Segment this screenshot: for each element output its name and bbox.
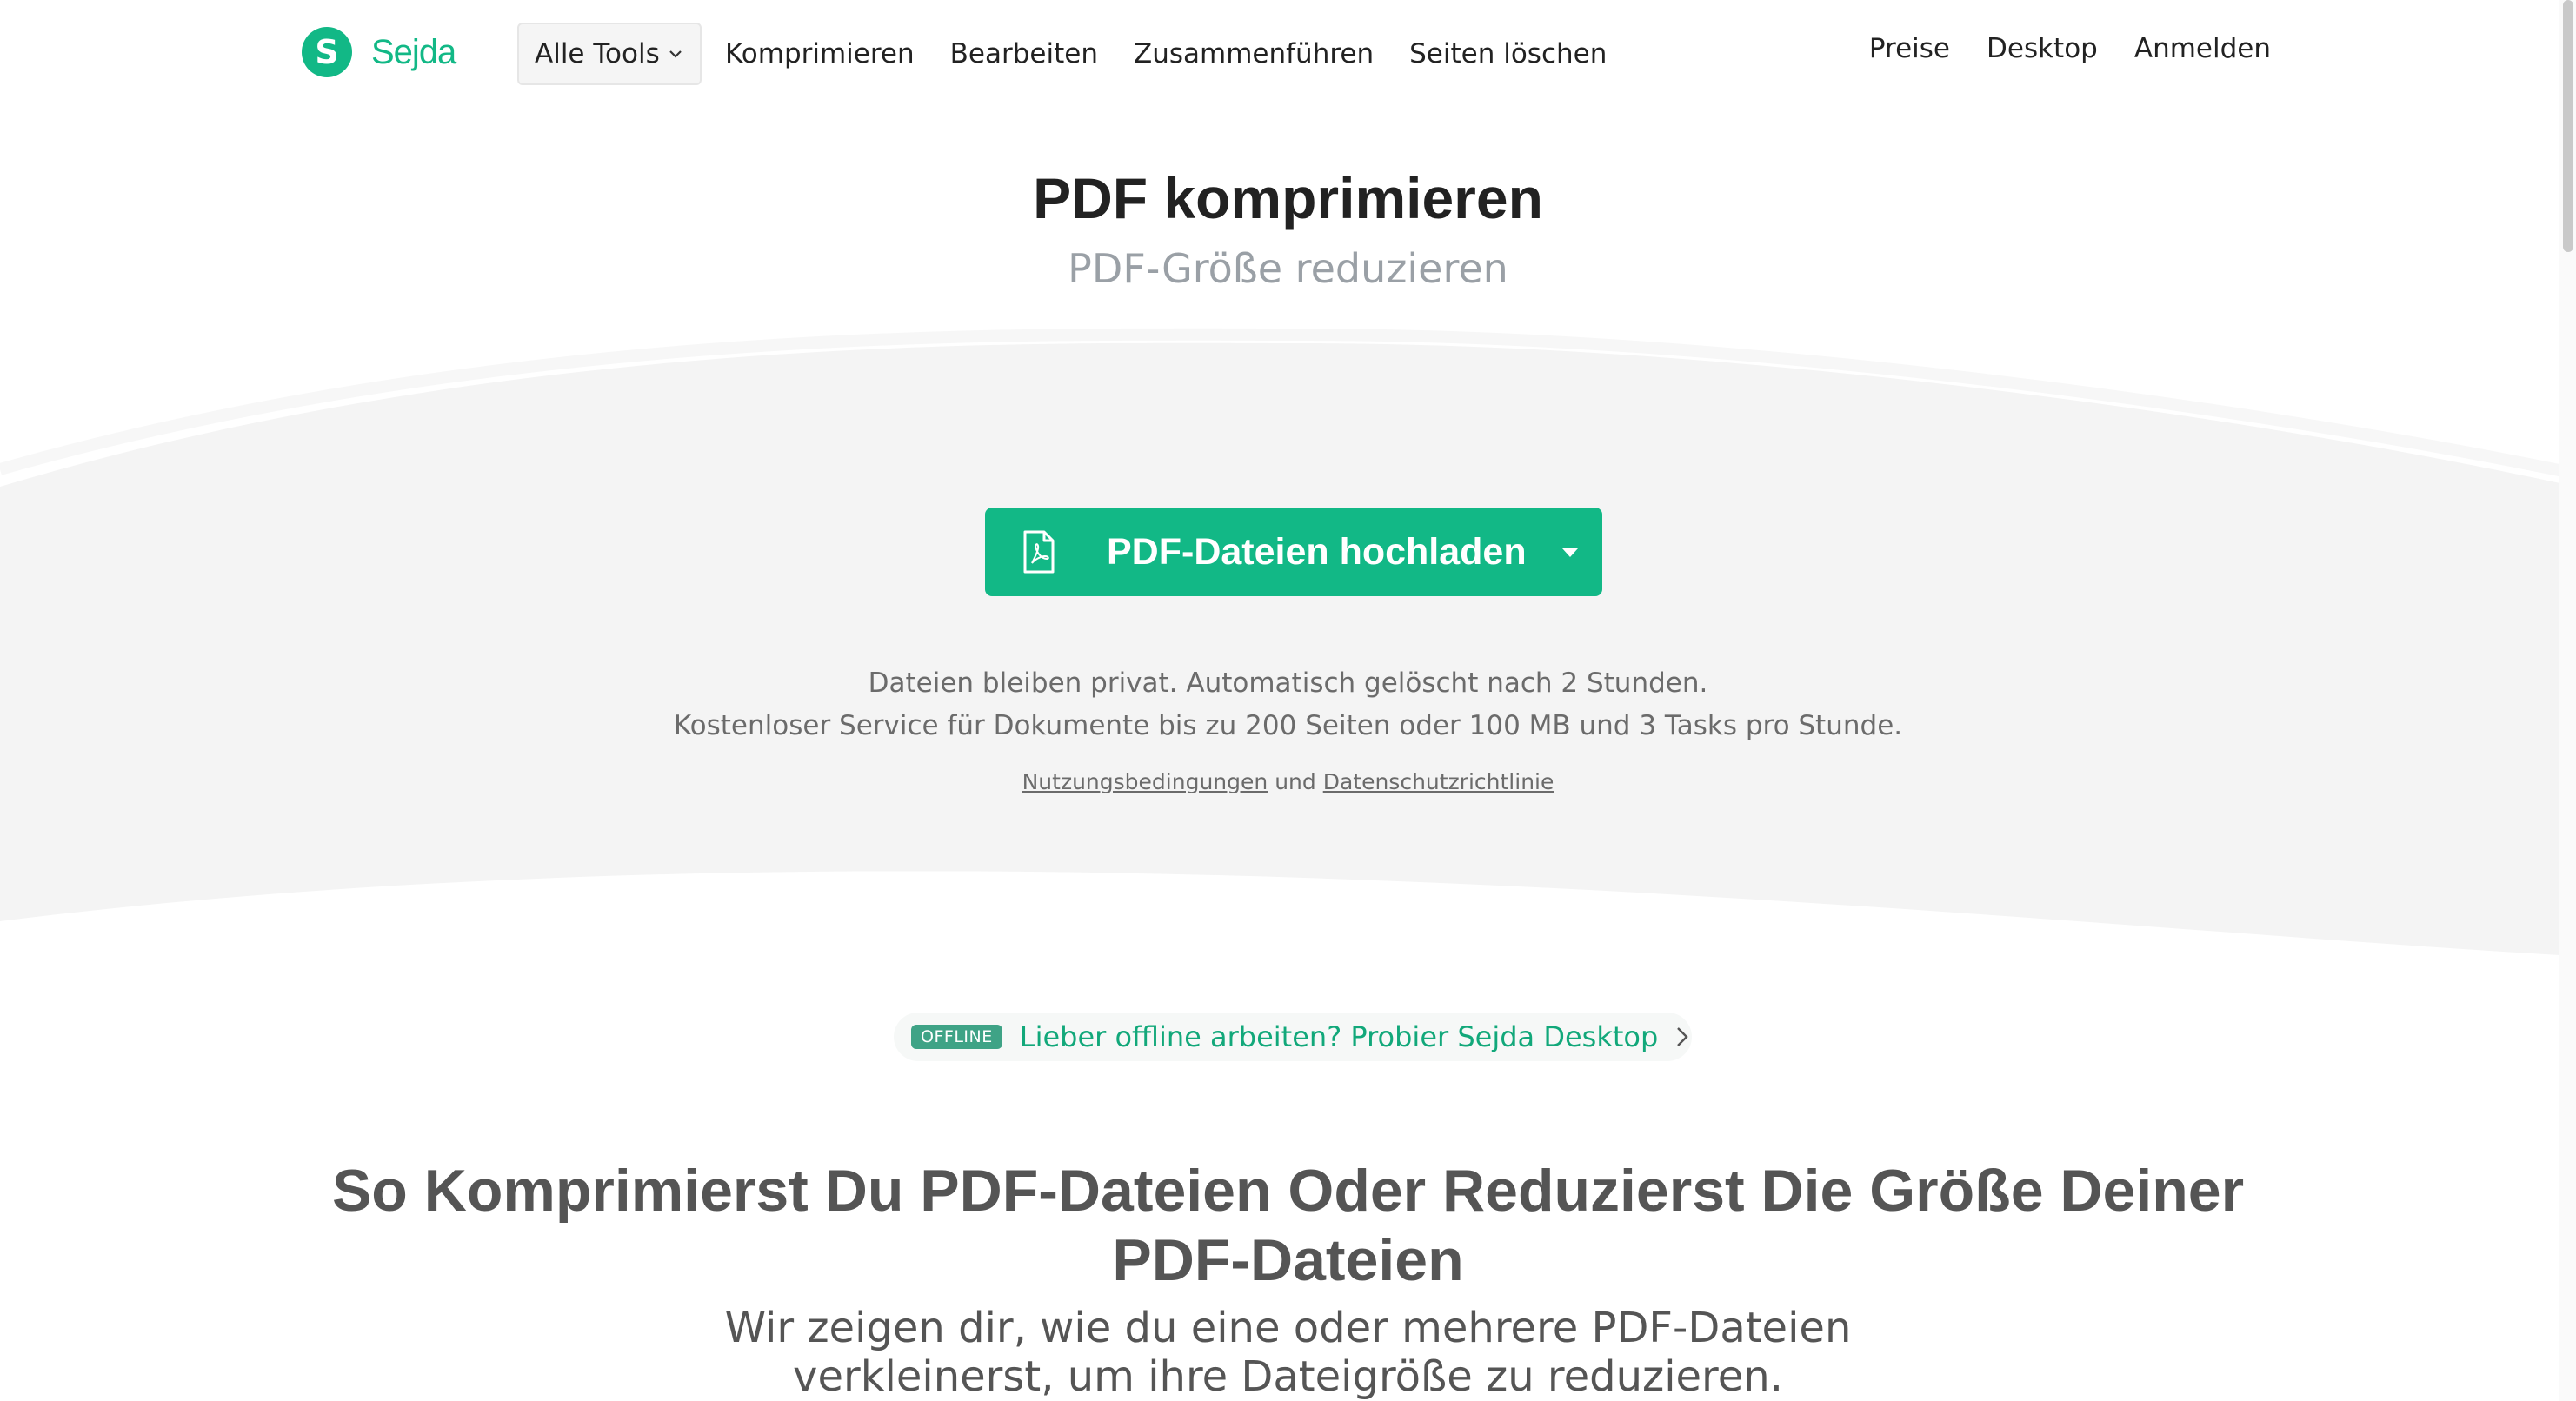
nav-link-komprimieren[interactable]: Komprimieren [725, 38, 915, 70]
page-title: PDF komprimieren [1033, 166, 1543, 230]
sejda-logo[interactable]: S Sejda [302, 27, 456, 77]
nav-link-preise[interactable]: Preise [1869, 33, 1950, 64]
privacy-note: Dateien bleiben privat. Automatisch gelö… [868, 667, 1708, 699]
privacy-policy-link[interactable]: Datenschutzrichtlinie [1323, 769, 1554, 794]
scrollbar-thumb[interactable] [2563, 0, 2573, 252]
legal-links: Nutzungsbedingungen und Datenschutzricht… [0, 769, 2576, 794]
main-nav: Alle Tools Komprimieren Bearbeiten Zusam… [517, 23, 1607, 85]
nav-link-zusammenfuehren[interactable]: Zusammenführen [1134, 38, 1374, 70]
offline-banner-text: Lieber offline arbeiten? Probier Sejda D… [1019, 1020, 1659, 1053]
chevron-right-icon [1677, 1027, 1688, 1046]
logo-text: Sejda [371, 32, 456, 71]
terms-link[interactable]: Nutzungsbedingungen [1022, 769, 1268, 794]
upload-pdf-button[interactable]: PDF-Dateien hochladen [985, 508, 1602, 596]
pdf-file-icon [1023, 530, 1055, 574]
logo-badge-icon: S [302, 27, 352, 77]
howto-heading: So Komprimierst Du PDF-Dateien Oder Redu… [331, 1158, 2245, 1293]
offline-desktop-banner[interactable]: OFFLINE Lieber offline arbeiten? Probier… [894, 1013, 1692, 1061]
upload-button-label: PDF-Dateien hochladen [1107, 531, 1527, 573]
howto-subheading: Wir zeigen dir, wie du eine oder mehrere… [724, 1304, 1852, 1401]
nav-link-seiten-loeschen[interactable]: Seiten löschen [1409, 38, 1607, 70]
service-limits-note: Kostenloser Service für Dokumente bis zu… [673, 710, 1903, 741]
nav-right: Preise Desktop Anmelden [1833, 33, 2271, 64]
all-tools-dropdown[interactable]: Alle Tools [517, 23, 702, 85]
nav-link-anmelden[interactable]: Anmelden [2134, 33, 2271, 64]
nav-link-desktop[interactable]: Desktop [1987, 33, 2098, 64]
page-subtitle: PDF-Größe reduzieren [1068, 245, 1508, 292]
terms-and-text: und [1275, 769, 1316, 794]
all-tools-label: Alle Tools [535, 38, 660, 70]
chevron-down-icon [669, 50, 682, 58]
caret-down-icon[interactable] [1561, 547, 1580, 559]
nav-link-bearbeiten[interactable]: Bearbeiten [950, 38, 1098, 70]
offline-badge: OFFLINE [911, 1025, 1002, 1049]
page-scrollbar[interactable] [2559, 0, 2576, 1401]
